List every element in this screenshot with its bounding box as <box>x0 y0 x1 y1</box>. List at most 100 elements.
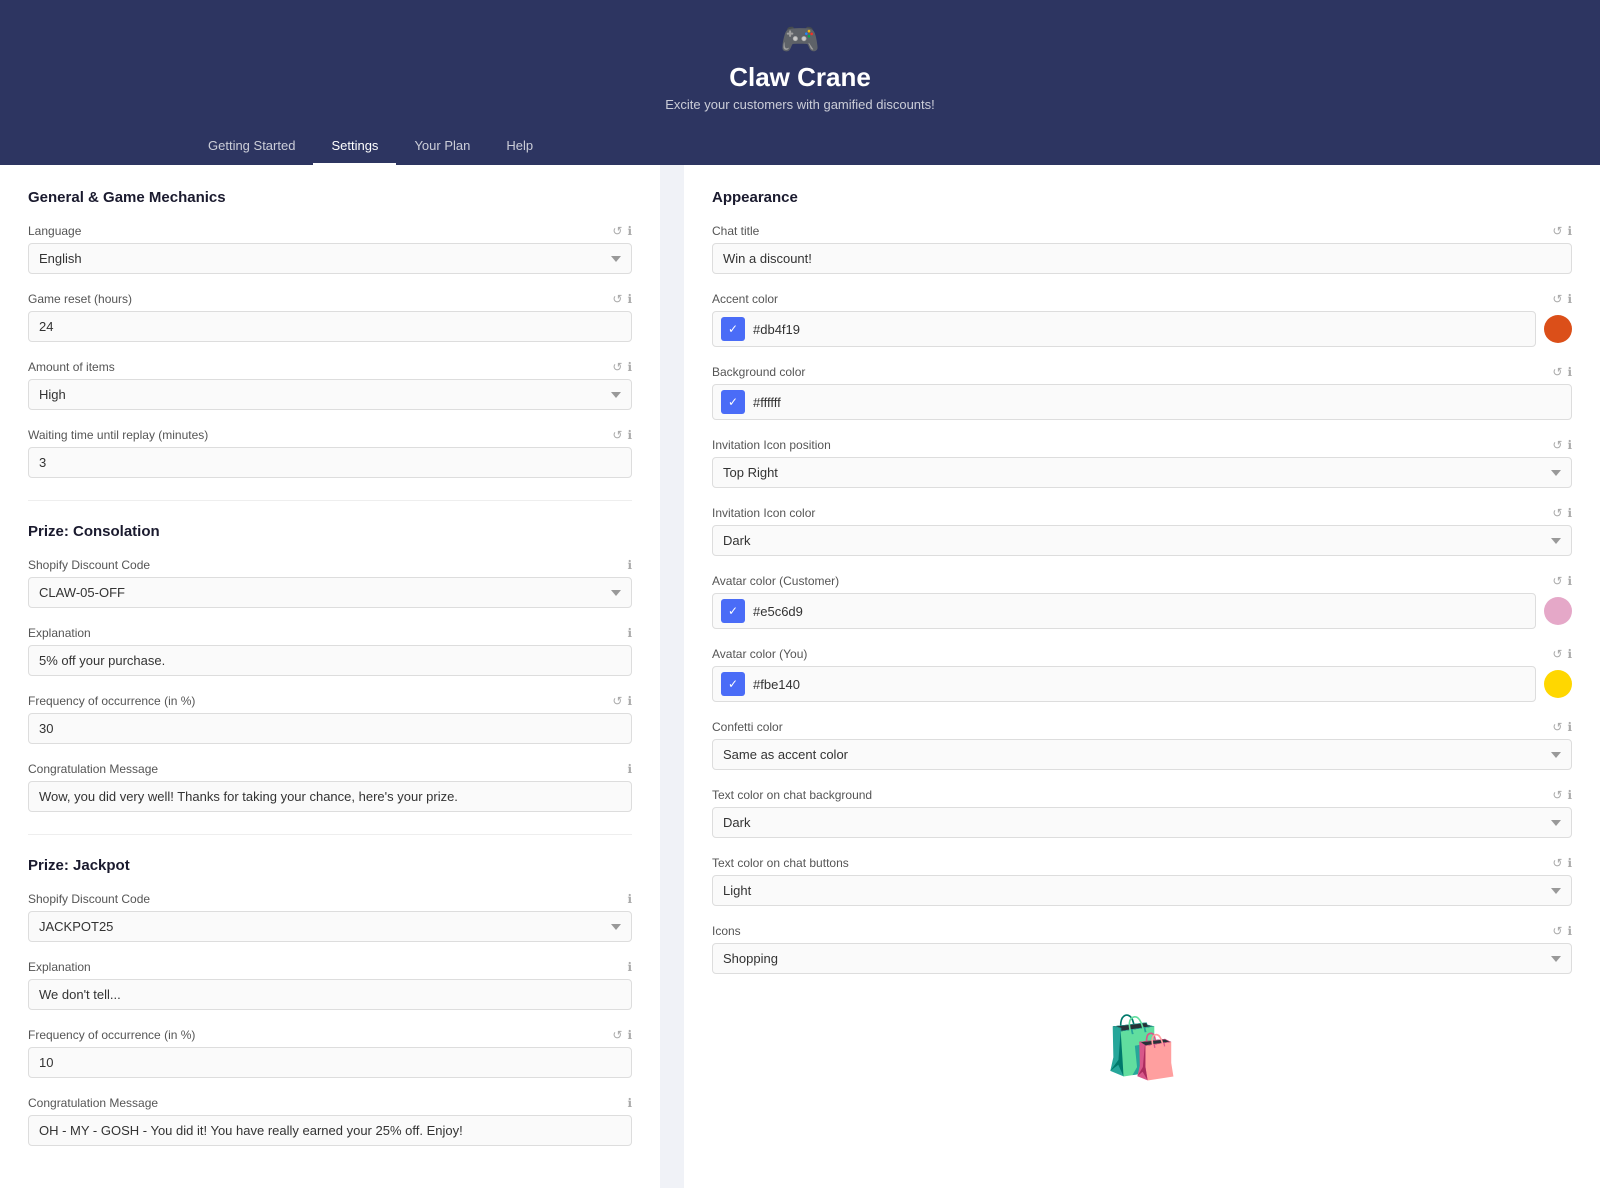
avatar-you-label: Avatar color (You) <box>712 647 807 661</box>
amount-items-label: Amount of items <box>28 360 115 374</box>
accent-color-check-btn[interactable]: ✓ <box>721 317 745 341</box>
icons-select[interactable]: Shopping <box>712 943 1572 974</box>
jackpot-code-label: Shopify Discount Code <box>28 892 150 906</box>
inv-icon-color-field: Invitation Icon color ↺ ℹ Dark <box>712 506 1572 556</box>
tab-help[interactable]: Help <box>488 128 551 165</box>
avatar-you-reset-icon[interactable]: ↺ <box>1552 647 1562 661</box>
avatar-customer-field: Avatar color (Customer) ↺ ℹ ✓ <box>712 574 1572 629</box>
frequency-input[interactable] <box>28 713 632 744</box>
avatar-customer-check-btn[interactable]: ✓ <box>721 599 745 623</box>
inv-icon-color-reset-icon[interactable]: ↺ <box>1552 506 1562 520</box>
text-chat-bg-select[interactable]: Dark <box>712 807 1572 838</box>
waiting-time-reset-icon[interactable]: ↺ <box>612 428 622 442</box>
jackpot-code-info-icon[interactable]: ℹ <box>627 892 632 906</box>
inv-icon-pos-reset-icon[interactable]: ↺ <box>1552 438 1562 452</box>
jackpot-explanation-info-icon[interactable]: ℹ <box>627 960 632 974</box>
jackpot-code-select[interactable]: JACKPOT25 <box>28 911 632 942</box>
avatar-you-info-icon[interactable]: ℹ <box>1567 647 1572 661</box>
text-chat-bg-reset-icon[interactable]: ↺ <box>1552 788 1562 802</box>
header: 🎮 Claw Crane Excite your customers with … <box>0 0 1600 165</box>
text-chat-btn-reset-icon[interactable]: ↺ <box>1552 856 1562 870</box>
congrat-msg-label: Congratulation Message <box>28 762 158 776</box>
accent-color-swatch[interactable] <box>1544 315 1572 343</box>
appearance-title: Appearance <box>712 189 1572 206</box>
chat-title-info-icon[interactable]: ℹ <box>1567 224 1572 238</box>
chat-title-reset-icon[interactable]: ↺ <box>1552 224 1562 238</box>
avatar-customer-reset-icon[interactable]: ↺ <box>1552 574 1562 588</box>
confetti-reset-icon[interactable]: ↺ <box>1552 720 1562 734</box>
right-panel: Appearance Chat title ↺ ℹ Accent color ↺… <box>684 165 1600 1188</box>
congrat-msg-field: Congratulation Message ℹ <box>28 762 632 812</box>
jackpot-frequency-field: Frequency of occurrence (in %) ↺ ℹ <box>28 1028 632 1078</box>
accent-color-info-icon[interactable]: ℹ <box>1567 292 1572 306</box>
text-chat-btn-info-icon[interactable]: ℹ <box>1567 856 1572 870</box>
inv-icon-color-select[interactable]: Dark <box>712 525 1572 556</box>
explanation-info-icon[interactable]: ℹ <box>627 626 632 640</box>
language-reset-icon[interactable]: ↺ <box>612 224 622 238</box>
congrat-msg-info-icon[interactable]: ℹ <box>627 762 632 776</box>
tab-settings[interactable]: Settings <box>313 128 396 165</box>
main-content: General & Game Mechanics Language ↺ ℹ En… <box>0 165 1600 1188</box>
tab-your-plan[interactable]: Your Plan <box>396 128 488 165</box>
text-chat-btn-field: Text color on chat buttons ↺ ℹ Light <box>712 856 1572 906</box>
jackpot-frequency-reset-icon[interactable]: ↺ <box>612 1028 622 1042</box>
accent-color-reset-icon[interactable]: ↺ <box>1552 292 1562 306</box>
app-title: Claw Crane <box>0 62 1600 93</box>
congrat-msg-input[interactable] <box>28 781 632 812</box>
inv-icon-color-info-icon[interactable]: ℹ <box>1567 506 1572 520</box>
language-label: Language <box>28 224 81 238</box>
left-panel: General & Game Mechanics Language ↺ ℹ En… <box>0 165 660 1188</box>
amount-items-select[interactable]: High <box>28 379 632 410</box>
avatar-customer-info-icon[interactable]: ℹ <box>1567 574 1572 588</box>
jackpot-frequency-info-icon[interactable]: ℹ <box>627 1028 632 1042</box>
avatar-customer-input[interactable] <box>753 604 1527 619</box>
chat-title-field: Chat title ↺ ℹ <box>712 224 1572 274</box>
language-info-icon[interactable]: ℹ <box>627 224 632 238</box>
game-reset-info-icon[interactable]: ℹ <box>627 292 632 306</box>
text-chat-bg-info-icon[interactable]: ℹ <box>1567 788 1572 802</box>
jackpot-frequency-input[interactable] <box>28 1047 632 1078</box>
avatar-you-input[interactable] <box>753 677 1527 692</box>
avatar-customer-swatch[interactable] <box>1544 597 1572 625</box>
bg-color-reset-icon[interactable]: ↺ <box>1552 365 1562 379</box>
text-chat-btn-select[interactable]: Light <box>712 875 1572 906</box>
bg-color-info-icon[interactable]: ℹ <box>1567 365 1572 379</box>
waiting-time-info-icon[interactable]: ℹ <box>627 428 632 442</box>
waiting-time-label: Waiting time until replay (minutes) <box>28 428 208 442</box>
game-reset-reset-icon[interactable]: ↺ <box>612 292 622 306</box>
avatar-you-check-btn[interactable]: ✓ <box>721 672 745 696</box>
jackpot-explanation-input[interactable] <box>28 979 632 1010</box>
shopping-icon: 🛍️ <box>1105 1012 1180 1083</box>
inv-icon-pos-info-icon[interactable]: ℹ <box>1567 438 1572 452</box>
icons-info-icon[interactable]: ℹ <box>1567 924 1572 938</box>
text-chat-btn-label: Text color on chat buttons <box>712 856 849 870</box>
frequency-label: Frequency of occurrence (in %) <box>28 694 195 708</box>
frequency-field: Frequency of occurrence (in %) ↺ ℹ <box>28 694 632 744</box>
inv-icon-pos-select[interactable]: Top Right <box>712 457 1572 488</box>
shopify-code-info-icon[interactable]: ℹ <box>627 558 632 572</box>
confetti-color-select[interactable]: Same as accent color <box>712 739 1572 770</box>
amount-items-reset-icon[interactable]: ↺ <box>612 360 622 374</box>
app-subtitle: Excite your customers with gamified disc… <box>0 97 1600 112</box>
inv-icon-pos-label: Invitation Icon position <box>712 438 831 452</box>
jackpot-congrat-info-icon[interactable]: ℹ <box>627 1096 632 1110</box>
chat-title-input[interactable] <box>712 243 1572 274</box>
frequency-info-icon[interactable]: ℹ <box>627 694 632 708</box>
frequency-reset-icon[interactable]: ↺ <box>612 694 622 708</box>
explanation-input[interactable] <box>28 645 632 676</box>
jackpot-congrat-field: Congratulation Message ℹ <box>28 1096 632 1146</box>
shopify-code-select[interactable]: CLAW-05-OFF <box>28 577 632 608</box>
language-select[interactable]: English <box>28 243 632 274</box>
confetti-info-icon[interactable]: ℹ <box>1567 720 1572 734</box>
tab-getting-started[interactable]: Getting Started <box>190 128 313 165</box>
waiting-time-input[interactable]: 3 <box>28 447 632 478</box>
amount-items-info-icon[interactable]: ℹ <box>627 360 632 374</box>
avatar-you-swatch[interactable] <box>1544 670 1572 698</box>
bg-color-input[interactable] <box>753 395 1563 410</box>
text-chat-bg-label: Text color on chat background <box>712 788 872 802</box>
accent-color-input[interactable] <box>753 322 1527 337</box>
jackpot-congrat-input[interactable] <box>28 1115 632 1146</box>
icons-reset-icon[interactable]: ↺ <box>1552 924 1562 938</box>
game-reset-input[interactable]: 24 <box>28 311 632 342</box>
bg-color-check-btn[interactable]: ✓ <box>721 390 745 414</box>
